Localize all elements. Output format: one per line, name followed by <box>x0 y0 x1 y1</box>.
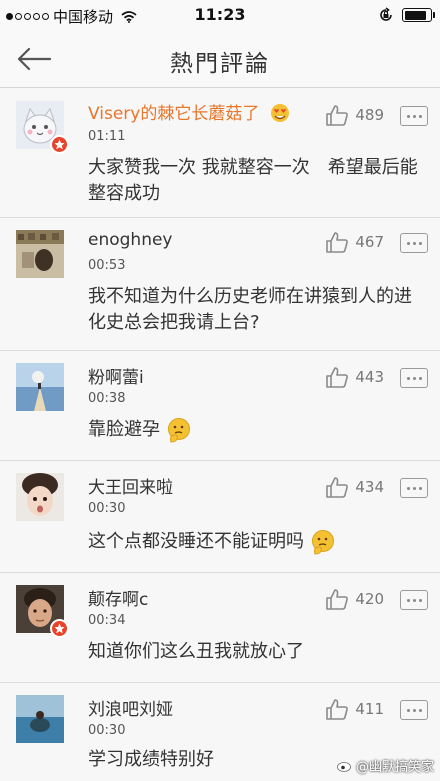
avatar[interactable] <box>16 363 64 411</box>
comment-time: 00:30 <box>88 723 126 738</box>
like-button[interactable]: 467 <box>325 231 384 253</box>
thumbs-up-icon <box>326 367 349 388</box>
verified-badge-icon <box>50 135 69 154</box>
like-count: 489 <box>355 106 384 124</box>
comment-item: 粉啊蕾i 00:38 靠脸避孕 443 <box>0 351 440 461</box>
comment-username[interactable]: 颠存啊c <box>88 585 148 610</box>
like-count: 443 <box>355 368 384 386</box>
weibo-logo-icon <box>337 759 353 772</box>
avatar[interactable] <box>16 695 64 743</box>
nav-bar: 熱門評論 <box>0 30 440 88</box>
like-button[interactable]: 443 <box>325 366 384 388</box>
comment-item: 颠存啊c 00:34 知道你们这么丑我就放心了 420 <box>0 573 440 683</box>
page-title: 熱門評論 <box>170 51 270 77</box>
like-count: 420 <box>355 590 384 608</box>
thumbs-up-icon <box>326 477 349 498</box>
more-options-button[interactable] <box>400 368 428 388</box>
comment-item: Visery的棘它长蘑菇了 01:11 大家赞我一次 我就整容一次 希望最后能整… <box>0 89 440 218</box>
more-options-button[interactable] <box>400 590 428 610</box>
rotation-lock-icon <box>380 7 392 21</box>
battery-icon <box>402 8 435 22</box>
thumbs-up-icon <box>326 589 349 610</box>
like-count: 434 <box>355 478 384 496</box>
comment-time: 00:53 <box>88 258 126 273</box>
like-count: 467 <box>355 233 384 251</box>
verified-badge-icon <box>50 619 69 638</box>
thinking-emoji-icon <box>167 418 190 443</box>
comment-username[interactable]: 刘浪吧刘娅 <box>88 695 173 720</box>
comment-item: 大王回来啦 00:30 这个点都没睡还不能证明吗 434 <box>0 461 440 573</box>
more-options-button[interactable] <box>400 700 428 720</box>
battery-level <box>404 10 426 20</box>
thumbs-up-icon <box>326 232 349 253</box>
watermark: @幽默搞笑家 <box>337 756 434 775</box>
comment-item: enoghney 00:53 我不知道为什么历史老师在讲猿到人的进化史总会把我请… <box>0 218 440 351</box>
comment-list: Visery的棘它长蘑菇了 01:11 大家赞我一次 我就整容一次 希望最后能整… <box>0 89 440 779</box>
like-count: 411 <box>355 700 384 718</box>
thinking-emoji-icon <box>311 530 334 555</box>
heart-eyes-emoji-icon <box>270 103 289 122</box>
thumbs-up-icon <box>326 105 349 126</box>
comment-text: 靠脸避孕 <box>88 417 418 443</box>
status-right <box>378 7 435 23</box>
more-options-button[interactable] <box>400 478 428 498</box>
avatar[interactable] <box>16 473 64 521</box>
comment-time: 00:38 <box>88 391 126 406</box>
like-button[interactable]: 411 <box>325 698 384 720</box>
comment-username[interactable]: 大王回来啦 <box>88 473 173 498</box>
status-time: 11:23 <box>194 5 246 24</box>
status-bar: 中国移动 11:23 <box>0 0 440 30</box>
like-button[interactable]: 489 <box>325 104 384 126</box>
like-button[interactable]: 434 <box>325 476 384 498</box>
like-button[interactable]: 420 <box>325 588 384 610</box>
avatar[interactable] <box>16 230 64 278</box>
comment-time: 00:30 <box>88 501 126 516</box>
comment-text: 我不知道为什么历史老师在讲猿到人的进化史总会把我请上台? <box>88 286 412 333</box>
comment-text: 这个点都没睡还不能证明吗 <box>88 529 418 555</box>
comment-username[interactable]: 粉啊蕾i <box>88 363 144 388</box>
thumbs-up-icon <box>326 699 349 720</box>
comment-time: 01:11 <box>88 129 126 144</box>
comment-text: 知道你们这么丑我就放心了 <box>88 641 304 662</box>
comment-time: 00:34 <box>88 613 126 628</box>
comment-username[interactable]: Visery的棘它长蘑菇了 <box>88 99 291 124</box>
more-options-button[interactable] <box>400 106 428 126</box>
comment-username[interactable]: enoghney <box>88 230 173 250</box>
comment-text: 大家赞我一次 我就整容一次 希望最后能整容成功 <box>88 157 418 204</box>
more-options-button[interactable] <box>400 233 428 253</box>
